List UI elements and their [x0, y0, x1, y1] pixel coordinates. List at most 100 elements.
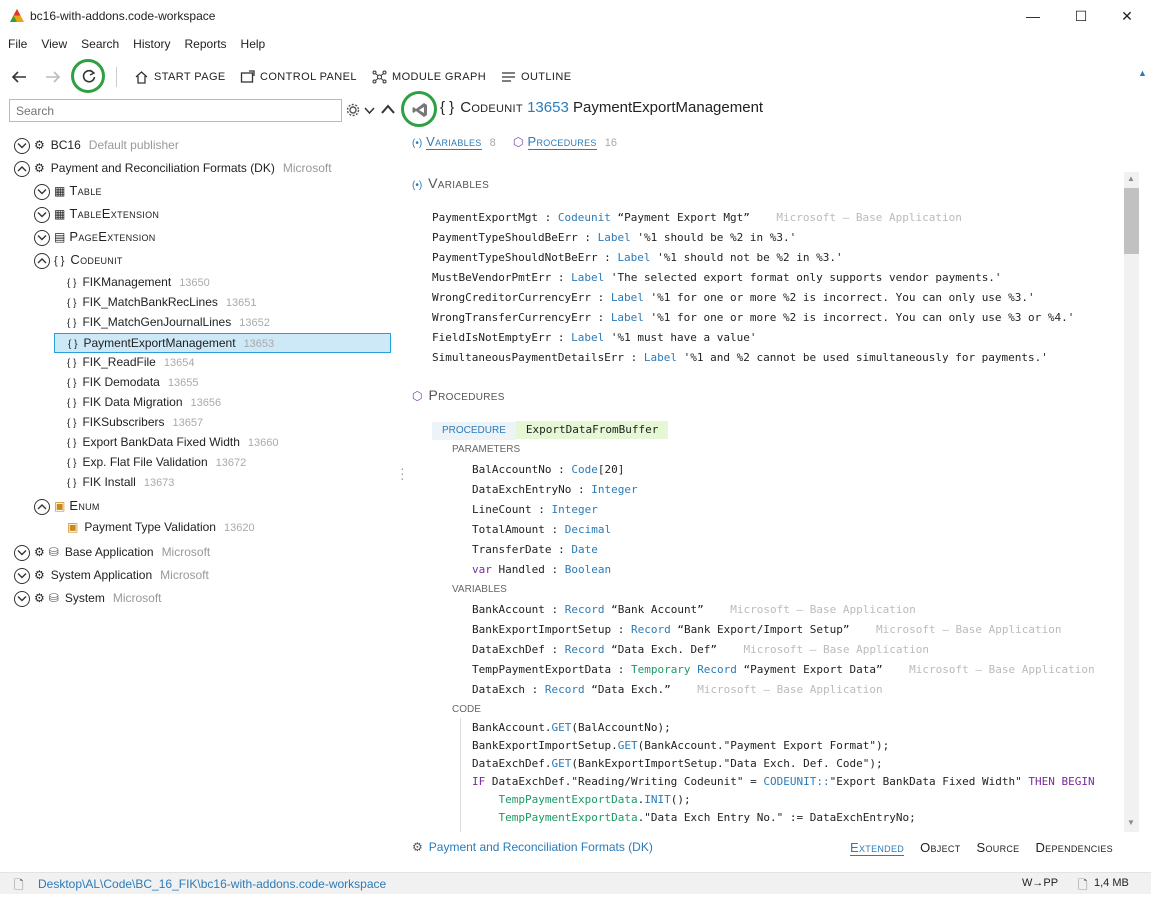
tab-extended[interactable]: Extended — [850, 840, 905, 856]
menu-view[interactable]: View — [33, 34, 73, 54]
procedures-heading: Procedures — [428, 387, 505, 403]
bottom-module-link[interactable]: ⚙ Payment and Reconciliation Formats (DK) — [412, 840, 653, 854]
tree-item-base-application[interactable]: ⚙ ⛁ Base Application Microsoft — [14, 541, 210, 563]
tree-item-codeunit-entry[interactable]: { } PaymentExportManagement 13653 — [54, 333, 391, 353]
scroll-up-arrow-icon[interactable]: ▲ — [1138, 68, 1147, 78]
tree-item-codeunit-entry[interactable]: { } FIK_MatchBankRecLines 13651 — [67, 293, 256, 313]
tree-item-system[interactable]: ⚙ ⛁ System Microsoft — [14, 587, 162, 609]
expand-toggle-icon[interactable] — [14, 160, 30, 177]
variable-name: SimultaneousPaymentDetailsErr : — [432, 351, 644, 364]
tree-item-label: BC16 — [50, 138, 81, 152]
search-input[interactable] — [9, 99, 342, 122]
collapse-toggle-icon[interactable] — [14, 590, 30, 607]
tree-item-codeunit-entry[interactable]: { } FIKSubscribers 13657 — [67, 413, 203, 433]
menu-history[interactable]: History — [125, 34, 176, 54]
tab-procedures[interactable]: Procedures — [527, 134, 597, 150]
tree-item-label: Payment and Reconciliation Formats (DK) — [50, 161, 275, 175]
toolbar-divider — [116, 67, 117, 87]
code-object-ref: CODEUNIT:: — [763, 775, 830, 788]
vertical-scrollbar[interactable]: ▲ ▼ — [1124, 172, 1139, 832]
tree-item-codeunit-entry[interactable]: { } FIK Data Migration 13656 — [67, 393, 221, 413]
parameter-type: Boolean — [564, 563, 612, 576]
chevron-down-icon[interactable] — [364, 106, 375, 115]
settings-gear-icon[interactable] — [346, 103, 360, 117]
collapse-toggle-icon[interactable] — [14, 544, 30, 561]
tree-item-page-extension[interactable]: ▤ PageExtension — [34, 226, 156, 248]
workspace-path[interactable]: Desktop\AL\Code\BC_16_FIK\bc16-with-addo… — [38, 877, 386, 891]
tab-procedures-count: 16 — [604, 137, 617, 149]
chevron-up-icon[interactable] — [381, 103, 395, 115]
tree-item-codeunit-entry[interactable]: { } Export BankData Fixed Width 13660 — [67, 433, 278, 453]
menu-search[interactable]: Search — [73, 34, 125, 54]
tab-variables[interactable]: Variables — [426, 134, 482, 150]
start-page-button[interactable]: START PAGE — [134, 62, 226, 92]
open-in-vscode-button[interactable] — [401, 91, 437, 127]
tree-item-bc16[interactable]: ⚙ BC16 Default publisher — [14, 134, 179, 156]
tree-item-codeunit-entry[interactable]: { } FIKManagement 13650 — [67, 273, 210, 293]
variable-name: WrongCreditorCurrencyErr : — [432, 291, 611, 304]
minimize-button[interactable]: — — [1010, 4, 1056, 28]
code-line: DataExchDef.GET(BankExportImportSetup."D… — [472, 757, 883, 770]
variable-value: '%1 should be %2 in %3.' — [630, 231, 797, 244]
collapse-toggle-icon[interactable] — [14, 137, 30, 154]
outline-button[interactable]: OUTLINE — [501, 62, 571, 92]
tree-item-codeunit-entry[interactable]: { } FIK Install 13673 — [67, 473, 174, 493]
tab-object[interactable]: Object — [920, 840, 960, 855]
tree-item-payment-reconciliation[interactable]: ⚙ Payment and Reconciliation Formats (DK)… — [14, 157, 332, 179]
collapse-toggle-icon[interactable] — [14, 567, 30, 584]
collapse-toggle-icon[interactable] — [34, 183, 50, 200]
code-line: IF DataExchDef."Reading/Writing Codeunit… — [472, 775, 1095, 788]
variable-value: “Payment Export Mgt” — [610, 211, 750, 224]
toolbar: START PAGE CONTROL PANEL MODULE GRAPH OU… — [0, 59, 1151, 93]
menu-file[interactable]: File — [0, 34, 33, 54]
tree-item-codeunit[interactable]: { } Codeunit — [34, 249, 123, 271]
variable-name: MustBeVendorPmtErr : — [432, 271, 572, 284]
parameter-type: Date — [571, 543, 598, 556]
collapse-toggle-icon[interactable] — [34, 206, 50, 223]
variable-value: 'The selected export format only support… — [604, 271, 1002, 284]
tree-item-enum-payment-type[interactable]: ▣ Payment Type Validation 13620 — [67, 516, 255, 538]
module-graph-button[interactable]: MODULE GRAPH — [372, 62, 486, 92]
expand-toggle-icon[interactable] — [34, 498, 50, 515]
module-graph-label: MODULE GRAPH — [392, 71, 487, 83]
tree-item-codeunit-entry[interactable]: { } FIK_MatchGenJournalLines 13652 — [67, 313, 270, 333]
scrollbar-thumb[interactable] — [1124, 188, 1139, 254]
tree-item-table[interactable]: ▦ Table — [34, 180, 102, 202]
expand-toggle-icon[interactable] — [34, 252, 50, 269]
view-mode-tabs: Extended Object Source Dependencies — [850, 840, 1113, 856]
maximize-button[interactable]: ☐ — [1058, 4, 1104, 28]
code-keyword: THEN — [1028, 775, 1055, 788]
scroll-up-arrow-icon[interactable]: ▲ — [1127, 174, 1135, 183]
variable-source: Microsoft — Base Application — [749, 211, 962, 224]
splitter-handle[interactable]: · · · — [400, 461, 405, 485]
control-panel-button[interactable]: CONTROL PANEL — [240, 62, 357, 92]
tree-item-codeunit-entry[interactable]: { } FIK_ReadFile 13654 — [67, 353, 194, 373]
variable-name: BankAccount : — [472, 603, 565, 616]
tree-item-system-application[interactable]: ⚙ System Application Microsoft — [14, 564, 209, 586]
variable-type: Record — [697, 663, 737, 676]
tab-source[interactable]: Source — [977, 840, 1020, 855]
tree-item-codeunit-entry[interactable]: { } FIK Demodata 13655 — [67, 373, 198, 393]
tree-item-publisher: Microsoft — [161, 545, 211, 559]
back-arrow-icon[interactable] — [10, 69, 28, 85]
collapse-toggle-icon[interactable] — [34, 229, 50, 246]
database-icon: ⛁ — [48, 545, 59, 559]
close-button[interactable]: ✕ — [1104, 4, 1150, 28]
tree-item-enum[interactable]: ▣ Enum — [34, 495, 100, 517]
menu-help[interactable]: Help — [233, 34, 272, 54]
procedure-header[interactable]: PROCEDURE ExportDataFromBuffer — [432, 421, 669, 440]
tree-item-table-extension[interactable]: ▦ TableExtension — [34, 203, 159, 225]
procedure-variable-row: DataExch : Record “Data Exch.” Microsoft… — [472, 683, 883, 696]
code-keyword: IF — [472, 775, 486, 788]
scroll-down-arrow-icon[interactable]: ▼ — [1127, 818, 1135, 827]
refresh-button[interactable] — [71, 59, 105, 93]
variable-name: DataExch : — [472, 683, 545, 696]
menu-reports[interactable]: Reports — [177, 34, 233, 54]
braces-icon: { } — [68, 339, 78, 350]
tab-variables-count: 8 — [489, 137, 496, 149]
forward-arrow-icon[interactable] — [44, 69, 62, 85]
parameter-row: TotalAmount : Decimal — [472, 523, 611, 536]
puzzle-icon: ⚙ — [34, 591, 45, 605]
tree-item-codeunit-entry[interactable]: { } Exp. Flat File Validation 13672 — [67, 453, 246, 473]
tab-dependencies[interactable]: Dependencies — [1035, 840, 1113, 855]
